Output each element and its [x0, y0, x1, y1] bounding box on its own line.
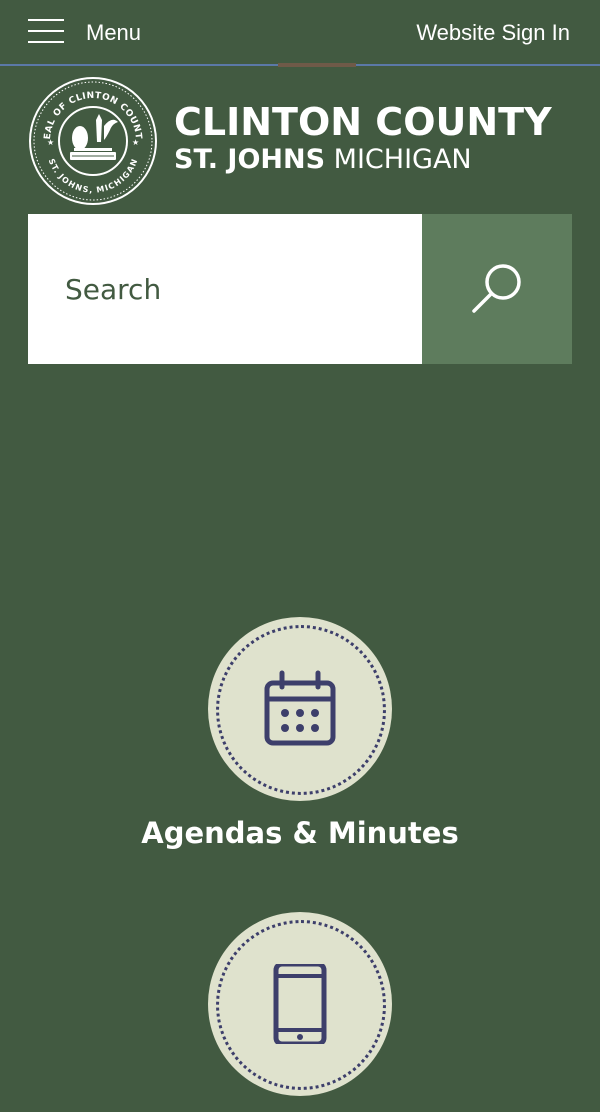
top-bar: Menu Website Sign In: [0, 0, 600, 64]
brand-subtitle-city: ST. JOHNS: [174, 144, 326, 175]
search-button[interactable]: [422, 214, 572, 364]
quicklink-mobile[interactable]: [0, 912, 600, 1112]
menu-button[interactable]: Menu: [86, 20, 141, 46]
search-icon: [472, 264, 521, 313]
quicklink-circle: [208, 912, 392, 1096]
svg-text:★: ★: [132, 138, 139, 147]
svg-text:★: ★: [47, 138, 54, 147]
quicklink-agendas-minutes[interactable]: Agendas & Minutes: [0, 617, 600, 857]
header-divider-accent: [278, 63, 356, 67]
mobile-phone-icon: [273, 964, 327, 1044]
hamburger-icon[interactable]: [28, 19, 64, 45]
quicklink-label: Agendas & Minutes: [141, 816, 459, 850]
svg-text:ST. JOHNS, MICHIGAN: ST. JOHNS, MICHIGAN: [47, 158, 140, 195]
quicklink-circle: [208, 617, 392, 801]
county-seal-logo[interactable]: SEAL OF CLINTON COUNTY ST. JOHNS, MICHIG…: [23, 69, 158, 206]
website-sign-in-link[interactable]: Website Sign In: [416, 20, 570, 46]
brand-subtitle: ST. JOHNS MICHIGAN: [174, 144, 472, 176]
brand-title: CLINTON COUNTY: [174, 100, 552, 144]
search-form: [28, 214, 572, 364]
search-input[interactable]: [28, 214, 422, 364]
brand-subtitle-state: MICHIGAN: [333, 144, 472, 175]
calendar-icon: [264, 670, 336, 746]
